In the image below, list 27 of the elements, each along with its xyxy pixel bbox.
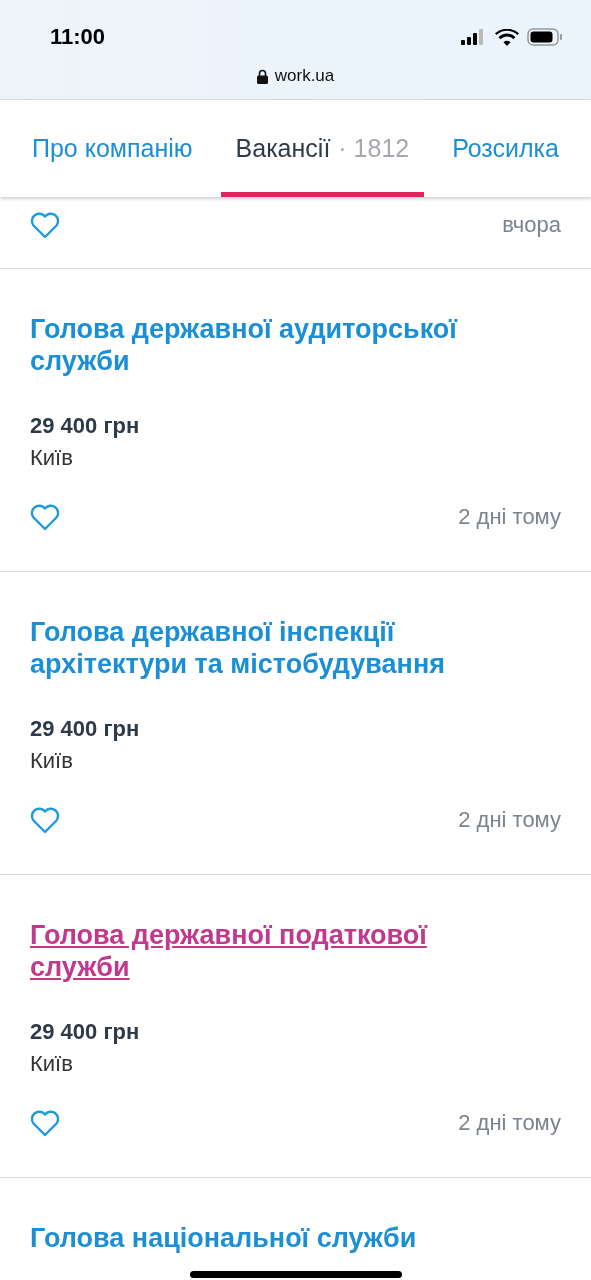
- status-time: 11:00: [50, 24, 106, 50]
- wifi-icon: [495, 28, 519, 46]
- city: Київ: [30, 1050, 74, 1078]
- posted-date: 2 дні тому: [458, 1110, 561, 1136]
- heart-icon[interactable]: [30, 211, 60, 239]
- salary: 29 400 грн: [30, 412, 141, 440]
- tab[interactable]: Вакансії · 1812: [220, 100, 425, 197]
- job-title-link[interactable]: Голова державної аудиторської служби: [30, 313, 500, 377]
- city: Київ: [30, 444, 74, 472]
- heart-icon[interactable]: [30, 1109, 60, 1137]
- salary: 29 400 грн: [30, 1018, 141, 1046]
- job-title-link[interactable]: Голова державної податкової служби: [30, 919, 500, 983]
- tab-count: · 1812: [338, 134, 410, 163]
- url-text[interactable]: work.ua: [274, 66, 335, 86]
- posted-date: 2 дні тому: [458, 504, 561, 530]
- tab[interactable]: Розсилка: [437, 100, 574, 197]
- battery-icon: [527, 28, 563, 46]
- heart-icon[interactable]: [30, 503, 60, 531]
- city: Київ: [30, 747, 74, 775]
- heart-icon[interactable]: [30, 806, 60, 834]
- salary: 29 400 грн: [30, 715, 141, 743]
- lock-icon: [256, 68, 268, 84]
- job-title-link[interactable]: Голова державної інспекції архітектури та містобудування: [30, 616, 500, 680]
- posted-date: вчора: [502, 212, 561, 238]
- tab[interactable]: Про компанію: [17, 100, 208, 197]
- posted-date: 2 дні тому: [458, 807, 561, 833]
- job-title-link[interactable]: Голова національної служби: [30, 1222, 500, 1254]
